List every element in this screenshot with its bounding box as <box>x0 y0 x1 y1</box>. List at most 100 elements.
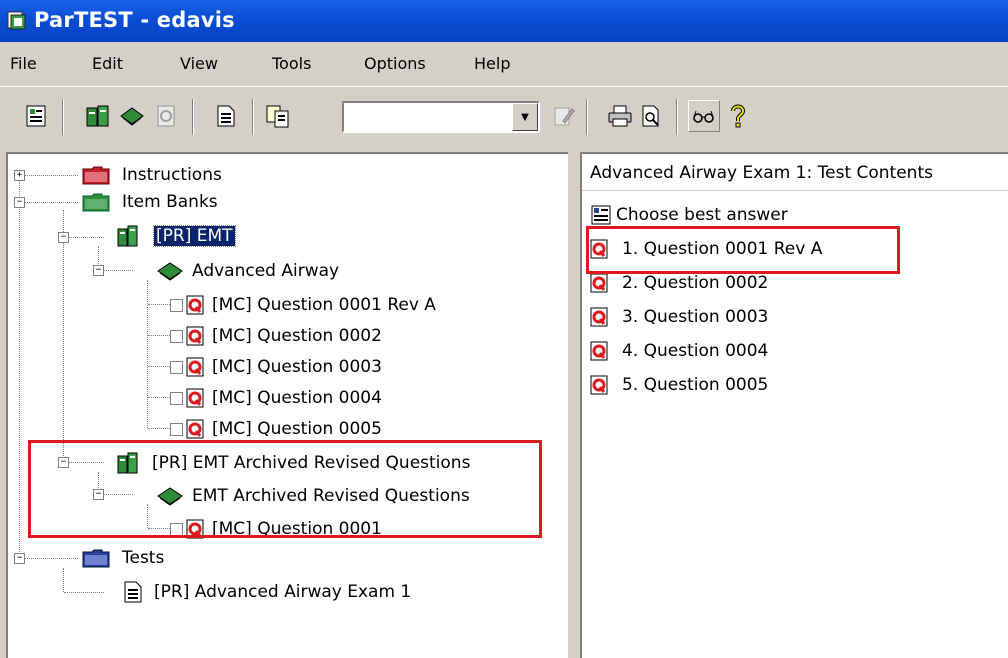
menu-bar: File Edit View Tools Options Help <box>0 42 1008 86</box>
checkbox[interactable] <box>170 360 183 374</box>
chevron-down-icon[interactable]: ▼ <box>512 103 538 131</box>
tree-item-tests[interactable]: Tests <box>82 545 164 571</box>
question-icon <box>590 273 608 293</box>
item-combo-box[interactable]: ▼ <box>342 101 540 133</box>
edit-button[interactable] <box>548 100 580 132</box>
question-icon <box>157 105 175 127</box>
test-question-item[interactable]: 4. Question 0004 <box>590 338 768 364</box>
checkbox[interactable] <box>170 422 183 436</box>
properties-button[interactable] <box>20 100 52 132</box>
print-preview-icon <box>642 105 659 127</box>
tree-connector <box>20 202 78 203</box>
tree-item-question[interactable]: [MC] Question 0001 Rev A <box>170 292 436 318</box>
copy-document-button[interactable] <box>262 100 294 132</box>
collapse-icon[interactable]: − <box>58 232 69 243</box>
menu-edit[interactable]: Edit <box>92 54 123 73</box>
tree-connector <box>99 270 133 271</box>
print-preview-button[interactable] <box>636 100 668 132</box>
partest-app-icon <box>6 9 28 36</box>
tree-item-label: [PR] Advanced Airway Exam 1 <box>154 582 412 602</box>
tree-item-question[interactable]: [MC] Question 0003 <box>170 354 382 380</box>
test-question-label: 5. Question 0005 <box>622 375 769 395</box>
header-divider <box>582 190 1008 191</box>
red-folder-icon <box>82 166 110 185</box>
tree-item-instructions[interactable]: Instructions <box>82 162 222 188</box>
tree-item-label: Advanced Airway <box>192 261 340 281</box>
question-icon <box>186 419 204 439</box>
checkbox[interactable] <box>170 329 183 343</box>
menu-options[interactable]: Options <box>364 54 426 73</box>
window-title: ParTEST - edavis <box>34 8 235 32</box>
highlight-box <box>586 226 900 274</box>
question-icon <box>186 388 204 408</box>
highlight-box <box>28 440 542 538</box>
test-question-item[interactable]: 5. Question 0005 <box>590 372 768 398</box>
edit-icon <box>554 107 575 126</box>
help-button[interactable] <box>722 100 754 132</box>
print-icon <box>608 105 632 127</box>
glasses-icon <box>693 110 714 123</box>
question-button[interactable] <box>150 100 182 132</box>
blue-folder-icon <box>82 549 110 568</box>
tree-connector <box>147 280 148 428</box>
toolbar-separator <box>62 99 64 135</box>
menu-help[interactable]: Help <box>474 54 510 73</box>
tree-item-label: [MC] Question 0001 Rev A <box>212 295 436 315</box>
print-button[interactable] <box>604 100 636 132</box>
item-bank-button[interactable] <box>82 100 114 132</box>
copy-document-icon <box>266 105 289 128</box>
tree-connector <box>64 237 104 238</box>
tree-item-label: [MC] Question 0003 <box>212 357 382 377</box>
document-icon <box>124 581 142 603</box>
toolbar-separator <box>252 99 254 135</box>
menu-view[interactable]: View <box>180 54 218 73</box>
item-bank-icon <box>117 225 138 247</box>
question-icon <box>590 341 608 361</box>
tree-connector <box>20 558 78 559</box>
test-contents-panel[interactable]: Advanced Airway Exam 1: Test Contents Ch… <box>580 152 1008 658</box>
tree-item-label: Tests <box>122 548 165 568</box>
tree-item-item-banks[interactable]: Item Banks <box>82 189 218 215</box>
document-button[interactable] <box>210 100 242 132</box>
checkbox[interactable] <box>170 298 183 312</box>
group-label: Choose best answer <box>616 205 788 225</box>
test-question-label: 2. Question 0002 <box>622 273 769 293</box>
collapse-icon[interactable]: − <box>14 197 25 208</box>
tree-connector <box>64 592 104 593</box>
tree-item-emt-bank[interactable]: [PR] EMT <box>116 223 236 249</box>
test-question-item[interactable]: 3. Question 0003 <box>590 304 768 330</box>
menu-tools[interactable]: Tools <box>272 54 311 73</box>
properties-icon <box>26 105 46 127</box>
test-question-label: 3. Question 0003 <box>622 307 769 327</box>
tree-item-advanced-airway[interactable]: Advanced Airway <box>156 258 339 284</box>
tree-connector <box>148 397 170 398</box>
menu-file[interactable]: File <box>10 54 37 73</box>
book-button[interactable] <box>116 100 148 132</box>
question-icon <box>590 375 608 395</box>
tree-item-question[interactable]: [MC] Question 0005 <box>170 416 382 442</box>
help-icon <box>731 104 746 128</box>
tree-connector <box>148 304 170 305</box>
tree-item-test[interactable]: [PR] Advanced Airway Exam 1 <box>122 579 411 605</box>
tree-item-label: [MC] Question 0002 <box>212 326 382 346</box>
tree-item-question[interactable]: [MC] Question 0004 <box>170 385 382 411</box>
title-bar[interactable]: ParTEST - edavis <box>0 0 1008 42</box>
tree-connector <box>148 428 170 429</box>
tree-item-label: Instructions <box>122 165 222 185</box>
question-icon <box>186 357 204 377</box>
question-icon <box>186 295 204 315</box>
question-icon <box>590 307 608 327</box>
collapse-icon[interactable]: − <box>93 265 104 276</box>
tree-panel[interactable]: + − − − − − − Instructions Item Banks [P… <box>6 152 568 658</box>
book-icon <box>157 262 183 281</box>
tree-item-question[interactable]: [MC] Question 0002 <box>170 323 382 349</box>
view-glasses-button[interactable] <box>688 100 720 132</box>
tree-connector <box>63 568 64 592</box>
toolbar-separator <box>192 99 194 135</box>
expand-icon[interactable]: + <box>14 170 25 181</box>
tree-item-label: [MC] Question 0004 <box>212 388 382 408</box>
checkbox[interactable] <box>170 391 183 405</box>
question-icon <box>186 326 204 346</box>
collapse-icon[interactable]: − <box>14 553 25 564</box>
group-choose-best-answer[interactable]: Choose best answer <box>590 202 788 228</box>
